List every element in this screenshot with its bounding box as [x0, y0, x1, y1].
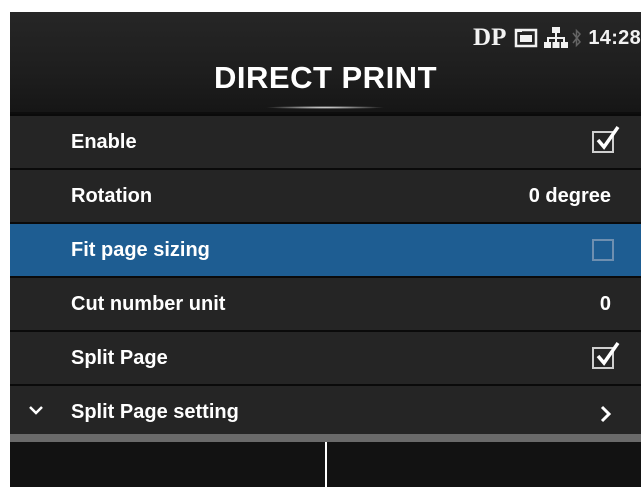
- menu-item-label: Cut number unit: [71, 292, 226, 315]
- status-time: 14:28: [588, 26, 641, 49]
- fit-page-sizing-checkbox[interactable]: [592, 239, 614, 261]
- menu-item-cut-number-unit[interactable]: Cut number unit 0: [10, 276, 641, 330]
- enable-checkbox[interactable]: [592, 125, 620, 153]
- menu-item-label: Rotation: [71, 184, 153, 207]
- menu-item-label: Fit page sizing: [71, 238, 210, 261]
- rotation-value: 0 degree: [528, 184, 611, 207]
- check-icon: [596, 341, 620, 366]
- network-icon: [544, 27, 569, 49]
- chevron-down-icon[interactable]: [28, 405, 44, 417]
- menu-item-label: Enable: [71, 130, 137, 153]
- cut-number-unit-value: 0: [599, 292, 611, 315]
- title-underline: [265, 106, 385, 109]
- bluetooth-icon: [572, 28, 582, 48]
- softkey-right[interactable]: [327, 442, 641, 487]
- header: DP 14:28 DIRECT PRINT: [10, 12, 641, 112]
- menu-item-label: Split Page: [71, 346, 168, 369]
- softkey-divider: [10, 434, 641, 442]
- status-bar: DP 14:28: [473, 20, 641, 56]
- chevron-right-icon[interactable]: [600, 405, 612, 423]
- status-mode: DP: [473, 24, 507, 51]
- settings-menu: Enable Rotation 0 degree Fit page sizing…: [10, 114, 641, 438]
- check-icon: [596, 125, 620, 150]
- softkey-bar: [10, 442, 641, 487]
- softkey-left[interactable]: [10, 442, 327, 487]
- printer-screen: DP 14:28 DIRECT PRINT Enable Rotation 0 …: [10, 12, 641, 487]
- menu-item-split-page-setting[interactable]: Split Page setting: [10, 384, 641, 438]
- menu-item-enable[interactable]: Enable: [10, 114, 641, 168]
- menu-item-fit-page-sizing[interactable]: Fit page sizing: [10, 222, 641, 276]
- menu-item-rotation[interactable]: Rotation 0 degree: [10, 168, 641, 222]
- menu-item-split-page[interactable]: Split Page: [10, 330, 641, 384]
- menu-item-label: Split Page setting: [71, 400, 239, 423]
- page-title: DIRECT PRINT: [214, 60, 437, 95]
- split-page-checkbox[interactable]: [592, 341, 620, 369]
- storage-card-icon: [514, 28, 538, 48]
